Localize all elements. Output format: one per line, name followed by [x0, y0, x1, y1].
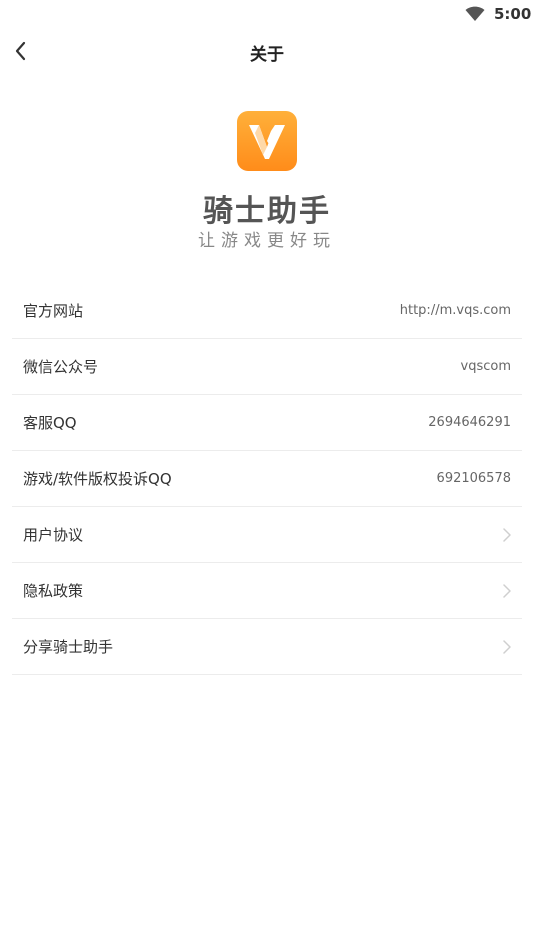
wifi-icon [465, 6, 485, 21]
list-item-label: 隐私政策 [23, 582, 84, 600]
list-item-copyright-qq[interactable]: 游戏/软件版权投诉QQ 692106578 [12, 451, 522, 507]
list-item-label: 分享骑士助手 [23, 638, 114, 656]
chevron-right-icon [503, 584, 511, 598]
list-item-label: 客服QQ [23, 414, 77, 432]
list-item-privacy-policy[interactable]: 隐私政策 [12, 563, 522, 619]
page-title: 关于 [250, 45, 284, 65]
list-item-wechat[interactable]: 微信公众号 vqscom [12, 339, 522, 395]
list-item-label: 官方网站 [23, 302, 84, 320]
list-item-value: 692106578 [436, 471, 511, 486]
brand-name: 骑士助手 [203, 194, 331, 229]
brand-slogan: 让游戏更好玩 [198, 231, 336, 251]
status-bar: 5:00 [0, 0, 534, 30]
list-item-value: http://m.vqs.com [399, 303, 511, 318]
list-item-share[interactable]: 分享骑士助手 [12, 619, 522, 675]
list-item-official-site[interactable]: 官方网站 http://m.vqs.com [12, 283, 522, 339]
status-time: 5:00 [494, 5, 532, 23]
list-item-label: 游戏/软件版权投诉QQ [23, 470, 172, 488]
chevron-right-icon [503, 640, 511, 654]
list-item-label: 用户协议 [23, 526, 84, 544]
list-item-user-agreement[interactable]: 用户协议 [12, 507, 522, 563]
about-list: 官方网站 http://m.vqs.com 微信公众号 vqscom 客服QQ … [12, 283, 522, 675]
list-item-support-qq[interactable]: 客服QQ 2694646291 [12, 395, 522, 451]
list-item-value: 2694646291 [428, 415, 511, 430]
list-item-label: 微信公众号 [23, 358, 99, 376]
header: 关于 [0, 30, 534, 74]
chevron-right-icon [503, 528, 511, 542]
v-logo-icon [237, 111, 297, 171]
list-item-value: vqscom [460, 359, 511, 374]
app-logo [237, 111, 297, 171]
